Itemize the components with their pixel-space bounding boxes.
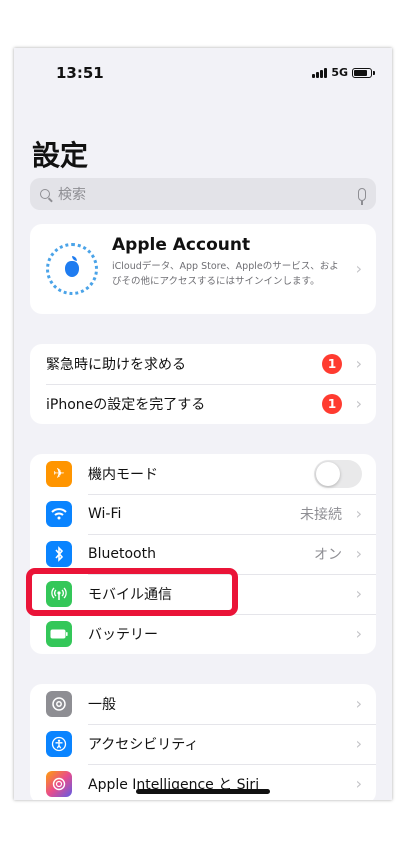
chevron-right-icon: › [355, 504, 362, 523]
account-description: iCloudデータ、App Store、Appleのサービス、およびその他にアク… [112, 261, 339, 287]
battery-status-icon [352, 67, 375, 78]
accessibility-icon [46, 731, 72, 757]
airplane-mode-toggle[interactable] [314, 460, 362, 488]
apple-account-icon [46, 243, 98, 295]
chevron-right-icon: › [355, 624, 362, 643]
status-indicators: 5G [312, 66, 375, 79]
general-row[interactable]: 一般 › [30, 684, 376, 724]
accessibility-row[interactable]: アクセシビリティ › [30, 724, 376, 764]
chevron-right-icon: › [355, 734, 362, 753]
chevron-right-icon: › [355, 584, 362, 603]
phone-screen: 13:51 5G 設定 検索 Apple Account iCloudデータ、A… [14, 48, 392, 800]
airplane-mode-row[interactable]: ✈ 機内モード [30, 454, 376, 494]
notification-badge: 1 [322, 394, 342, 414]
search-field[interactable]: 検索 [30, 178, 376, 210]
account-title: Apple Account [112, 235, 251, 255]
siri-icon [46, 771, 72, 797]
row-label: バッテリー [88, 627, 158, 643]
page-title: 設定 [32, 139, 89, 172]
home-indicator[interactable] [136, 789, 270, 794]
microphone-icon[interactable] [358, 187, 366, 205]
antenna-icon [46, 581, 72, 607]
notification-badge: 1 [322, 354, 342, 374]
airplane-icon: ✈ [46, 461, 72, 487]
gear-icon [46, 691, 72, 717]
mobile-data-row[interactable]: モバイル通信 › [30, 574, 376, 614]
status-bar: 13:51 5G [14, 64, 392, 86]
apple-account-row[interactable]: Apple Account iCloudデータ、App Store、Appleの… [30, 224, 376, 314]
bluetooth-icon [46, 541, 72, 567]
apple-intelligence-siri-row[interactable]: Apple Intelligence と Siri › [30, 764, 376, 800]
finish-setup-row[interactable]: iPhoneの設定を完了する 1 › [30, 384, 376, 424]
battery-row[interactable]: バッテリー › [30, 614, 376, 654]
battery-icon [46, 621, 72, 647]
signal-icon [312, 67, 328, 78]
row-label: Bluetooth [88, 546, 156, 562]
row-label: Wi-Fi [88, 506, 122, 522]
alerts-group: 緊急時に助けを求める 1 › iPhoneの設定を完了する 1 › [30, 344, 376, 424]
bluetooth-status-value: オン [314, 547, 342, 563]
chevron-right-icon: › [355, 544, 362, 563]
apple-logo-icon [65, 256, 79, 277]
chevron-right-icon: › [355, 259, 362, 278]
wifi-row[interactable]: Wi-Fi 未接続 › [30, 494, 376, 534]
status-time: 13:51 [56, 64, 104, 82]
row-label: アクセシビリティ [88, 737, 199, 753]
chevron-right-icon: › [355, 694, 362, 713]
row-label: モバイル通信 [88, 587, 172, 603]
search-icon [40, 189, 50, 199]
search-placeholder: 検索 [58, 187, 86, 203]
wifi-status-value: 未接続 [300, 507, 342, 523]
row-label: 一般 [88, 697, 116, 713]
general-group: 一般 › アクセシビリティ › Apple Intelligence と Sir… [30, 684, 376, 800]
network-type: 5G [331, 66, 348, 79]
connectivity-group: ✈ 機内モード Wi-Fi 未接続 › Bluetooth オン › モバイル通… [30, 454, 376, 654]
chevron-right-icon: › [355, 354, 362, 373]
emergency-help-row[interactable]: 緊急時に助けを求める 1 › [30, 344, 376, 384]
row-label: 緊急時に助けを求める [46, 357, 186, 373]
chevron-right-icon: › [355, 774, 362, 793]
row-label: iPhoneの設定を完了する [46, 397, 206, 413]
chevron-right-icon: › [355, 394, 362, 413]
bluetooth-row[interactable]: Bluetooth オン › [30, 534, 376, 574]
wifi-icon [46, 501, 72, 527]
row-label: 機内モード [88, 467, 158, 483]
